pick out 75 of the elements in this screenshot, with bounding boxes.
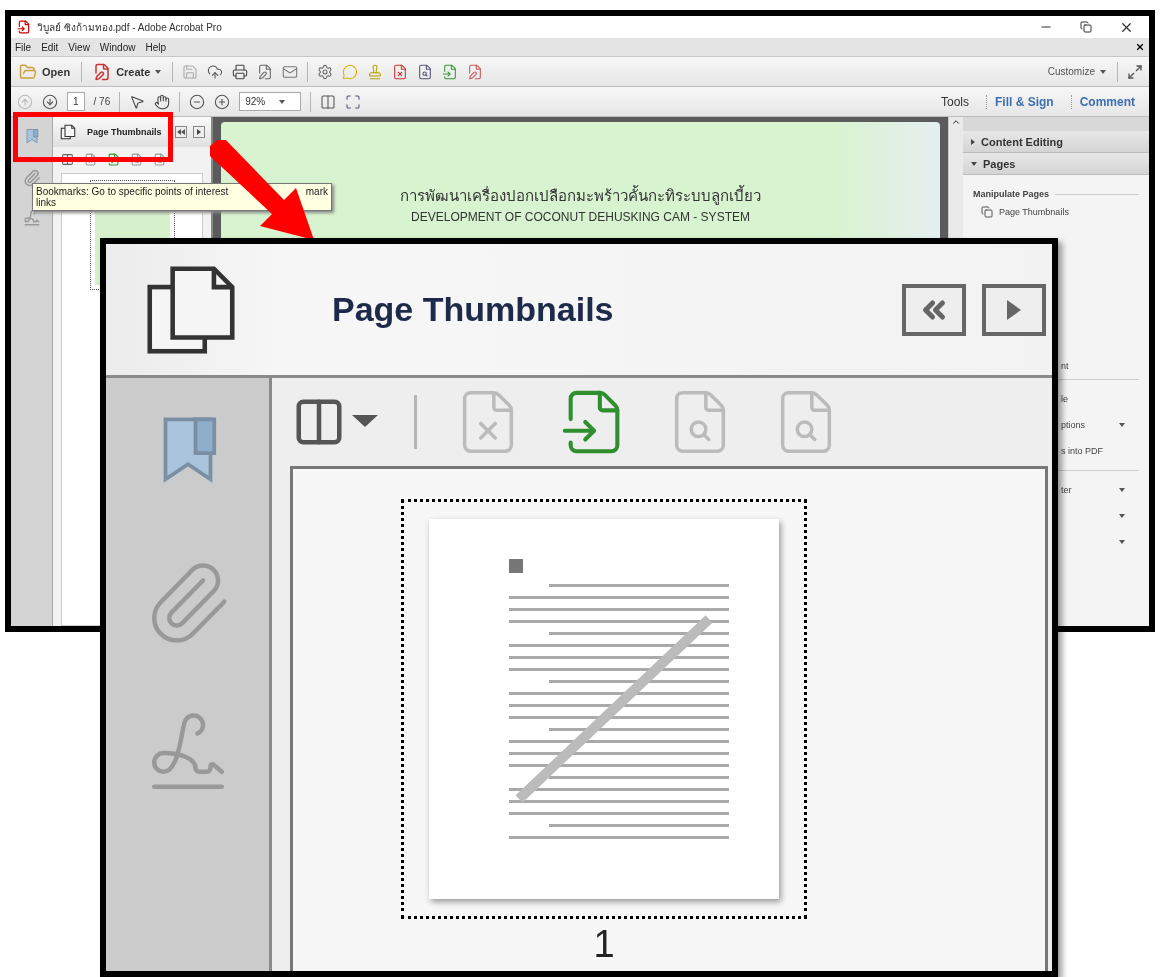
pane-item[interactable]: le bbox=[1061, 394, 1125, 404]
page-number: 1 bbox=[593, 923, 615, 966]
page-count: / 76 bbox=[93, 96, 111, 107]
tooltip-text: links bbox=[36, 197, 57, 208]
zoom-out-icon[interactable] bbox=[189, 93, 206, 110]
restore-icon bbox=[1080, 21, 1092, 33]
document-pen-icon bbox=[93, 62, 112, 81]
zoom-in-icon[interactable] bbox=[214, 93, 231, 110]
task-tab[interactable]: Tools bbox=[932, 94, 977, 109]
collapse-button[interactable] bbox=[902, 283, 966, 336]
page-number-field[interactable]: 1 bbox=[67, 92, 85, 111]
pane-section[interactable]: Pages bbox=[963, 153, 1149, 175]
window-title: วิบูลย์ ซิงก้ามทอง.pdf - Adobe Acrobat Pro bbox=[37, 20, 223, 35]
close-document-icon[interactable] bbox=[1135, 42, 1145, 52]
pages-icon bbox=[59, 123, 77, 141]
scroll-up-icon[interactable] bbox=[951, 117, 961, 127]
expand-button[interactable] bbox=[982, 283, 1046, 336]
full-screen-icon[interactable] bbox=[345, 93, 362, 110]
document-arrow-icon[interactable] bbox=[442, 63, 459, 80]
document-x-icon[interactable] bbox=[392, 63, 409, 80]
document-subtitle: DEVELOPMENT OF COCONUT DEHUSKING CAM - SYSTEM bbox=[411, 210, 750, 224]
printer-icon[interactable] bbox=[232, 63, 249, 80]
create-button[interactable]: Create bbox=[91, 62, 164, 81]
dropdown-caret[interactable] bbox=[1119, 423, 1125, 427]
next-page-icon[interactable] bbox=[42, 93, 58, 110]
dropdown-caret[interactable] bbox=[1119, 514, 1125, 518]
customize-button[interactable]: Customize bbox=[1045, 66, 1108, 77]
dropdown-caret[interactable] bbox=[1119, 540, 1125, 544]
dropdown-caret[interactable] bbox=[1119, 488, 1125, 492]
tooltip-text: mark bbox=[305, 186, 328, 197]
options-icon[interactable] bbox=[61, 152, 74, 166]
expand-icon[interactable] bbox=[1127, 63, 1143, 80]
settings-icon[interactable] bbox=[317, 63, 334, 80]
page-thumbnail[interactable] bbox=[401, 499, 807, 919]
play-icon bbox=[1005, 297, 1023, 322]
document-pen-icon[interactable] bbox=[467, 63, 484, 80]
double-triangle-icon bbox=[177, 129, 185, 135]
pane-item[interactable]: ter bbox=[1061, 485, 1113, 495]
group-heading: Manipulate Pages bbox=[973, 189, 1050, 199]
pane-item[interactable]: ptions bbox=[1061, 420, 1113, 430]
caret-icon bbox=[352, 415, 378, 429]
task-tab[interactable]: Comment bbox=[1070, 94, 1143, 109]
triangle-icon bbox=[197, 129, 201, 135]
delete-page-icon[interactable] bbox=[84, 152, 97, 166]
panel-title: Page Thumbnails bbox=[332, 290, 615, 329]
pane-item[interactable]: nt bbox=[1061, 361, 1125, 371]
task-tab[interactable]: Fill & Sign bbox=[986, 94, 1062, 109]
tooltip-text: Bookmarks: Go to specific points of interest bbox=[36, 186, 229, 197]
expand-button[interactable] bbox=[193, 126, 205, 138]
menu-item[interactable]: File bbox=[15, 41, 32, 53]
folder-icon bbox=[19, 62, 37, 81]
mail-icon[interactable] bbox=[282, 63, 299, 80]
select-tool-icon[interactable] bbox=[129, 93, 146, 110]
menu-item[interactable]: Window bbox=[99, 41, 136, 53]
menu-item[interactable]: View bbox=[68, 41, 90, 53]
open-button[interactable]: Open bbox=[17, 62, 73, 81]
zoom-field[interactable]: 92% bbox=[239, 92, 302, 111]
paperclip-icon[interactable] bbox=[22, 169, 41, 187]
signature-icon[interactable] bbox=[22, 209, 41, 227]
panel-title: Page Thumbnails bbox=[87, 127, 163, 137]
fit-page-icon[interactable] bbox=[320, 93, 337, 110]
edit-document-icon[interactable] bbox=[257, 63, 274, 80]
pdf-file-icon bbox=[17, 20, 31, 34]
document-title: การพัฒนาเครื่องปอกเปลือกมะพร้าวคั้นกะทิระบบลูกเบี้ยว bbox=[400, 184, 761, 207]
hand-tool-icon[interactable] bbox=[154, 93, 171, 110]
pages-icon bbox=[981, 206, 993, 218]
pane-item[interactable]: Page Thumbnails bbox=[999, 207, 1125, 217]
menu-item[interactable]: Help bbox=[145, 41, 166, 53]
menu-item[interactable]: Edit bbox=[41, 41, 59, 53]
document-search-icon[interactable] bbox=[417, 63, 434, 80]
collapse-button[interactable] bbox=[175, 126, 187, 138]
insert-page-icon[interactable] bbox=[107, 152, 120, 166]
cloud-upload-icon[interactable] bbox=[207, 63, 224, 80]
pane-section[interactable]: Content Editing bbox=[963, 131, 1149, 153]
pane-item[interactable]: s into PDF bbox=[1061, 446, 1125, 456]
